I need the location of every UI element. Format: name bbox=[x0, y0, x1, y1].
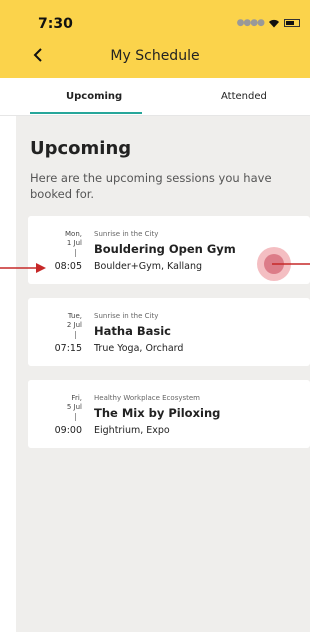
session-time: 07:15 bbox=[54, 343, 82, 354]
active-tab-indicator bbox=[30, 112, 142, 114]
wifi-icon bbox=[269, 19, 279, 27]
intro-text: Here are the upcoming sessions you have … bbox=[30, 171, 272, 201]
session-name: The Mix by Piloxing bbox=[94, 406, 221, 420]
tab-bar: Upcoming Attended bbox=[0, 78, 310, 116]
signal-icon: ●●●● bbox=[236, 18, 265, 28]
app-header: 7:30 ●●●● My Schedule bbox=[0, 0, 310, 78]
session-name: Bouldering Open Gym bbox=[94, 242, 236, 256]
session-time: 09:00 bbox=[54, 425, 82, 436]
session-day: Fri, bbox=[71, 394, 82, 402]
session-venue: Eightrium, Expo bbox=[94, 425, 170, 436]
session-day: Tue, bbox=[67, 312, 82, 320]
session-day: Mon, bbox=[65, 230, 82, 238]
annotation-arrow-right-icon bbox=[0, 263, 46, 273]
date-divider bbox=[75, 331, 76, 339]
tab-upcoming[interactable]: Upcoming bbox=[66, 91, 122, 102]
session-date: 5 Jul bbox=[66, 403, 82, 411]
status-time: 7:30 bbox=[38, 16, 73, 32]
tab-attended[interactable]: Attended bbox=[221, 91, 267, 102]
battery-icon bbox=[284, 19, 300, 27]
session-card[interactable]: Tue, 2 Jul 07:15 Sunrise in the City Hat… bbox=[28, 298, 310, 366]
status-icons: ●●●● bbox=[237, 18, 300, 28]
section-title: Upcoming bbox=[30, 138, 132, 159]
session-date: 2 Jul bbox=[66, 321, 82, 329]
session-date: 1 Jul bbox=[66, 239, 82, 247]
annotation-line-icon bbox=[272, 263, 310, 265]
session-venue: Boulder+Gym, Kallang bbox=[94, 261, 203, 272]
date-divider bbox=[75, 249, 76, 257]
session-organizer: Sunrise in the City bbox=[94, 230, 159, 238]
session-organizer: Sunrise in the City bbox=[94, 312, 159, 320]
page-title: My Schedule bbox=[110, 48, 200, 64]
content-area: Upcoming Here are the upcoming sessions … bbox=[16, 116, 310, 632]
session-venue: True Yoga, Orchard bbox=[94, 343, 184, 354]
date-divider bbox=[75, 413, 76, 421]
session-name: Hatha Basic bbox=[94, 324, 171, 338]
session-organizer: Healthy Workplace Ecosystem bbox=[94, 394, 200, 402]
session-card[interactable]: Fri, 5 Jul 09:00 Healthy Workplace Ecosy… bbox=[28, 380, 310, 448]
